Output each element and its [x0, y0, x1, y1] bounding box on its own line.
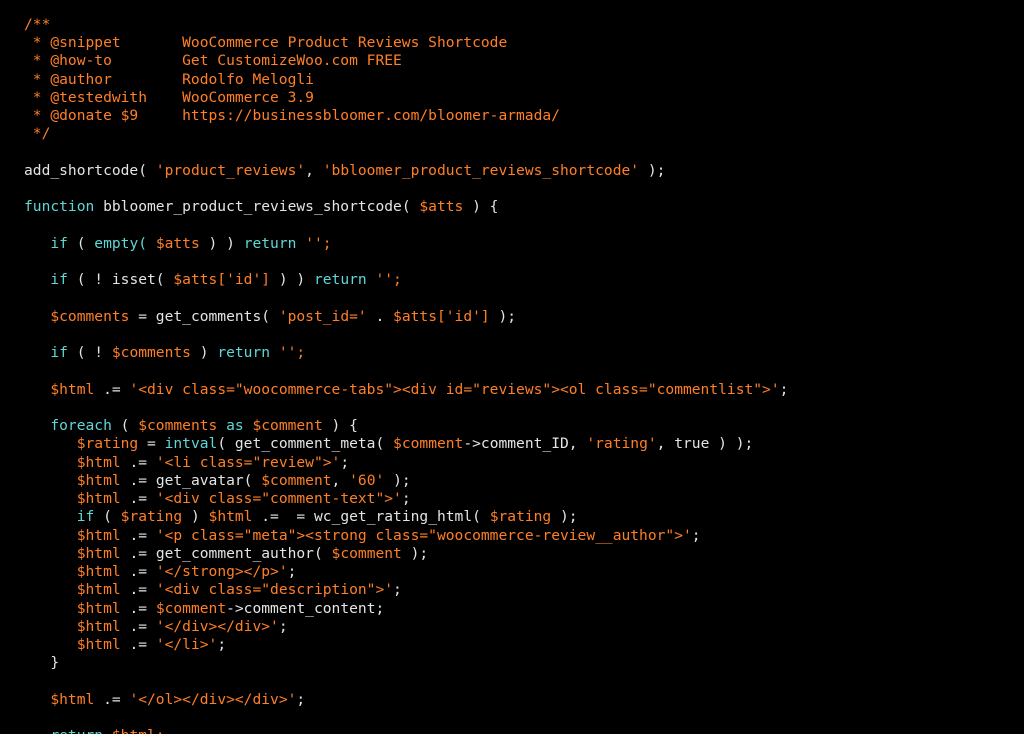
comment-l5: * @donate $9 https://businessbloomer.com… — [24, 107, 560, 124]
var-comment: $comment — [252, 417, 322, 434]
comment-l0: /** — [24, 16, 50, 33]
var-atts: $atts — [419, 198, 463, 215]
str-div-open: '<div class="woocommerce-tabs"><div id="… — [129, 381, 779, 398]
code-block: /** * @snippet WooCommerce Product Revie… — [0, 0, 1024, 734]
str-close-li: '</li>' — [156, 636, 218, 653]
str-close-ol: '</ol></div></div>' — [129, 691, 296, 708]
str-close-divdiv: '</div></div>' — [156, 618, 279, 635]
fn-name: bbloomer_product_reviews_shortcode( — [94, 198, 419, 215]
str-li: '<li class="review">' — [156, 454, 341, 471]
var-rating: $rating — [77, 435, 139, 452]
var-comments: $comments — [50, 308, 129, 325]
kw-return: return — [244, 235, 297, 252]
kw-if: if — [50, 235, 68, 252]
tok-str-bbloomer: 'bbloomer_product_reviews_shortcode' — [323, 162, 639, 179]
var-html: $html — [50, 381, 94, 398]
fn-intval: intval — [165, 435, 218, 452]
comment-l2: * @how-to Get CustomizeWoo.com FREE — [24, 52, 402, 69]
comment-l3: * @author Rodolfo Melogli — [24, 71, 314, 88]
tok-comma: , — [305, 162, 323, 179]
str-post-id: 'post_id=' — [279, 308, 367, 325]
comment-l1: * @snippet WooCommerce Product Reviews S… — [24, 34, 507, 51]
tok-close: ); — [639, 162, 665, 179]
str-p-meta: '<p class="meta"><strong class="woocomme… — [156, 527, 692, 544]
kw-function: function — [24, 198, 94, 215]
return-html: $html; — [112, 727, 165, 734]
str-close-strong: '</strong></p>' — [156, 563, 288, 580]
kw-foreach: foreach — [50, 417, 112, 434]
str-div-desc: '<div class="description">' — [156, 581, 393, 598]
fn-empty: empty( — [94, 235, 156, 252]
close-brace: ) { — [463, 198, 498, 215]
str-rating: 'rating' — [586, 435, 656, 452]
tok-add-shortcode: add_shortcode( — [24, 162, 156, 179]
str-empty: ''; — [296, 235, 331, 252]
comment-l4: * @testedwith WooCommerce 3.9 — [24, 89, 314, 106]
var-atts-id: $atts['id'] — [173, 271, 270, 288]
close-brace-foreach: } — [50, 654, 59, 671]
str-60: '60' — [349, 472, 384, 489]
str-div-comment-text: '<div class="comment-text">' — [156, 490, 402, 507]
tok-str-prod-rev: 'product_reviews' — [156, 162, 305, 179]
kw-as: as — [217, 417, 252, 434]
comment-l6: */ — [24, 125, 50, 142]
